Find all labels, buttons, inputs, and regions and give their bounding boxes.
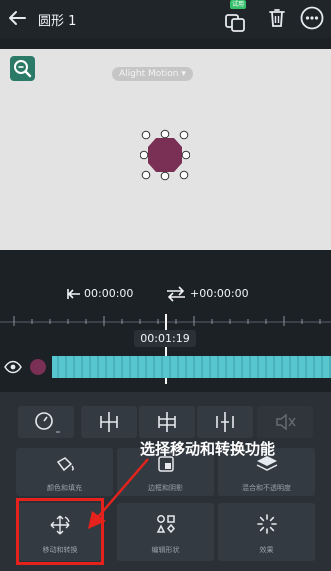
jump-to-start-icon[interactable] <box>66 287 82 301</box>
clip-thumbnail[interactable] <box>30 359 46 375</box>
speed-button[interactable] <box>18 406 74 438</box>
back-arrow-icon[interactable] <box>6 7 28 29</box>
blend-opacity-label: 混合和不透明度 <box>242 484 291 492</box>
start-timecode: 00:00:00 <box>84 287 134 300</box>
edit-shape-label: 编辑形状 <box>151 546 180 554</box>
align-left-button[interactable] <box>81 406 137 438</box>
layers-icon[interactable] <box>224 5 248 33</box>
mute-icon <box>276 413 296 431</box>
clip-bar[interactable] <box>52 356 331 378</box>
edit-shape-icon <box>156 515 175 534</box>
loop-timecode: +00:00:00 <box>190 287 249 300</box>
top-bar: 圆形 1 试用 <box>0 0 331 38</box>
fill-bucket-icon <box>56 457 74 472</box>
watermark[interactable]: Alight Motion ▾ <box>112 67 193 81</box>
annotation-callout: 选择移动和转换功能 <box>140 440 276 458</box>
project-title[interactable]: 圆形 1 <box>38 10 76 29</box>
effects-label: 效果 <box>259 546 274 554</box>
canvas-preview[interactable]: Alight Motion ▾ <box>0 49 331 250</box>
align-right-icon <box>216 412 234 432</box>
clip-pattern <box>52 356 331 378</box>
circle-shape[interactable] <box>140 129 190 181</box>
trash-icon[interactable] <box>268 8 286 28</box>
zoom-tool-button[interactable] <box>10 56 35 81</box>
eye-icon[interactable] <box>4 360 22 374</box>
loop-icon[interactable] <box>165 285 187 302</box>
zoom-icon <box>14 60 32 78</box>
timecode-bar: 00:00:00 +00:00:00 <box>0 284 331 304</box>
align-left-icon <box>100 412 118 432</box>
more-icon[interactable] <box>300 6 324 30</box>
trial-badge: 试用 <box>230 0 247 9</box>
track-row <box>0 354 331 380</box>
align-center-icon <box>158 412 176 432</box>
align-right-button[interactable] <box>197 406 253 438</box>
align-center-button[interactable] <box>139 406 195 438</box>
effects-button[interactable]: 效果 <box>218 503 315 561</box>
speed-icon <box>35 412 60 433</box>
effects-icon <box>256 514 277 534</box>
mute-button[interactable] <box>257 406 313 438</box>
annotation-arrow <box>88 458 149 529</box>
current-timecode: 00:01:19 <box>134 330 196 347</box>
